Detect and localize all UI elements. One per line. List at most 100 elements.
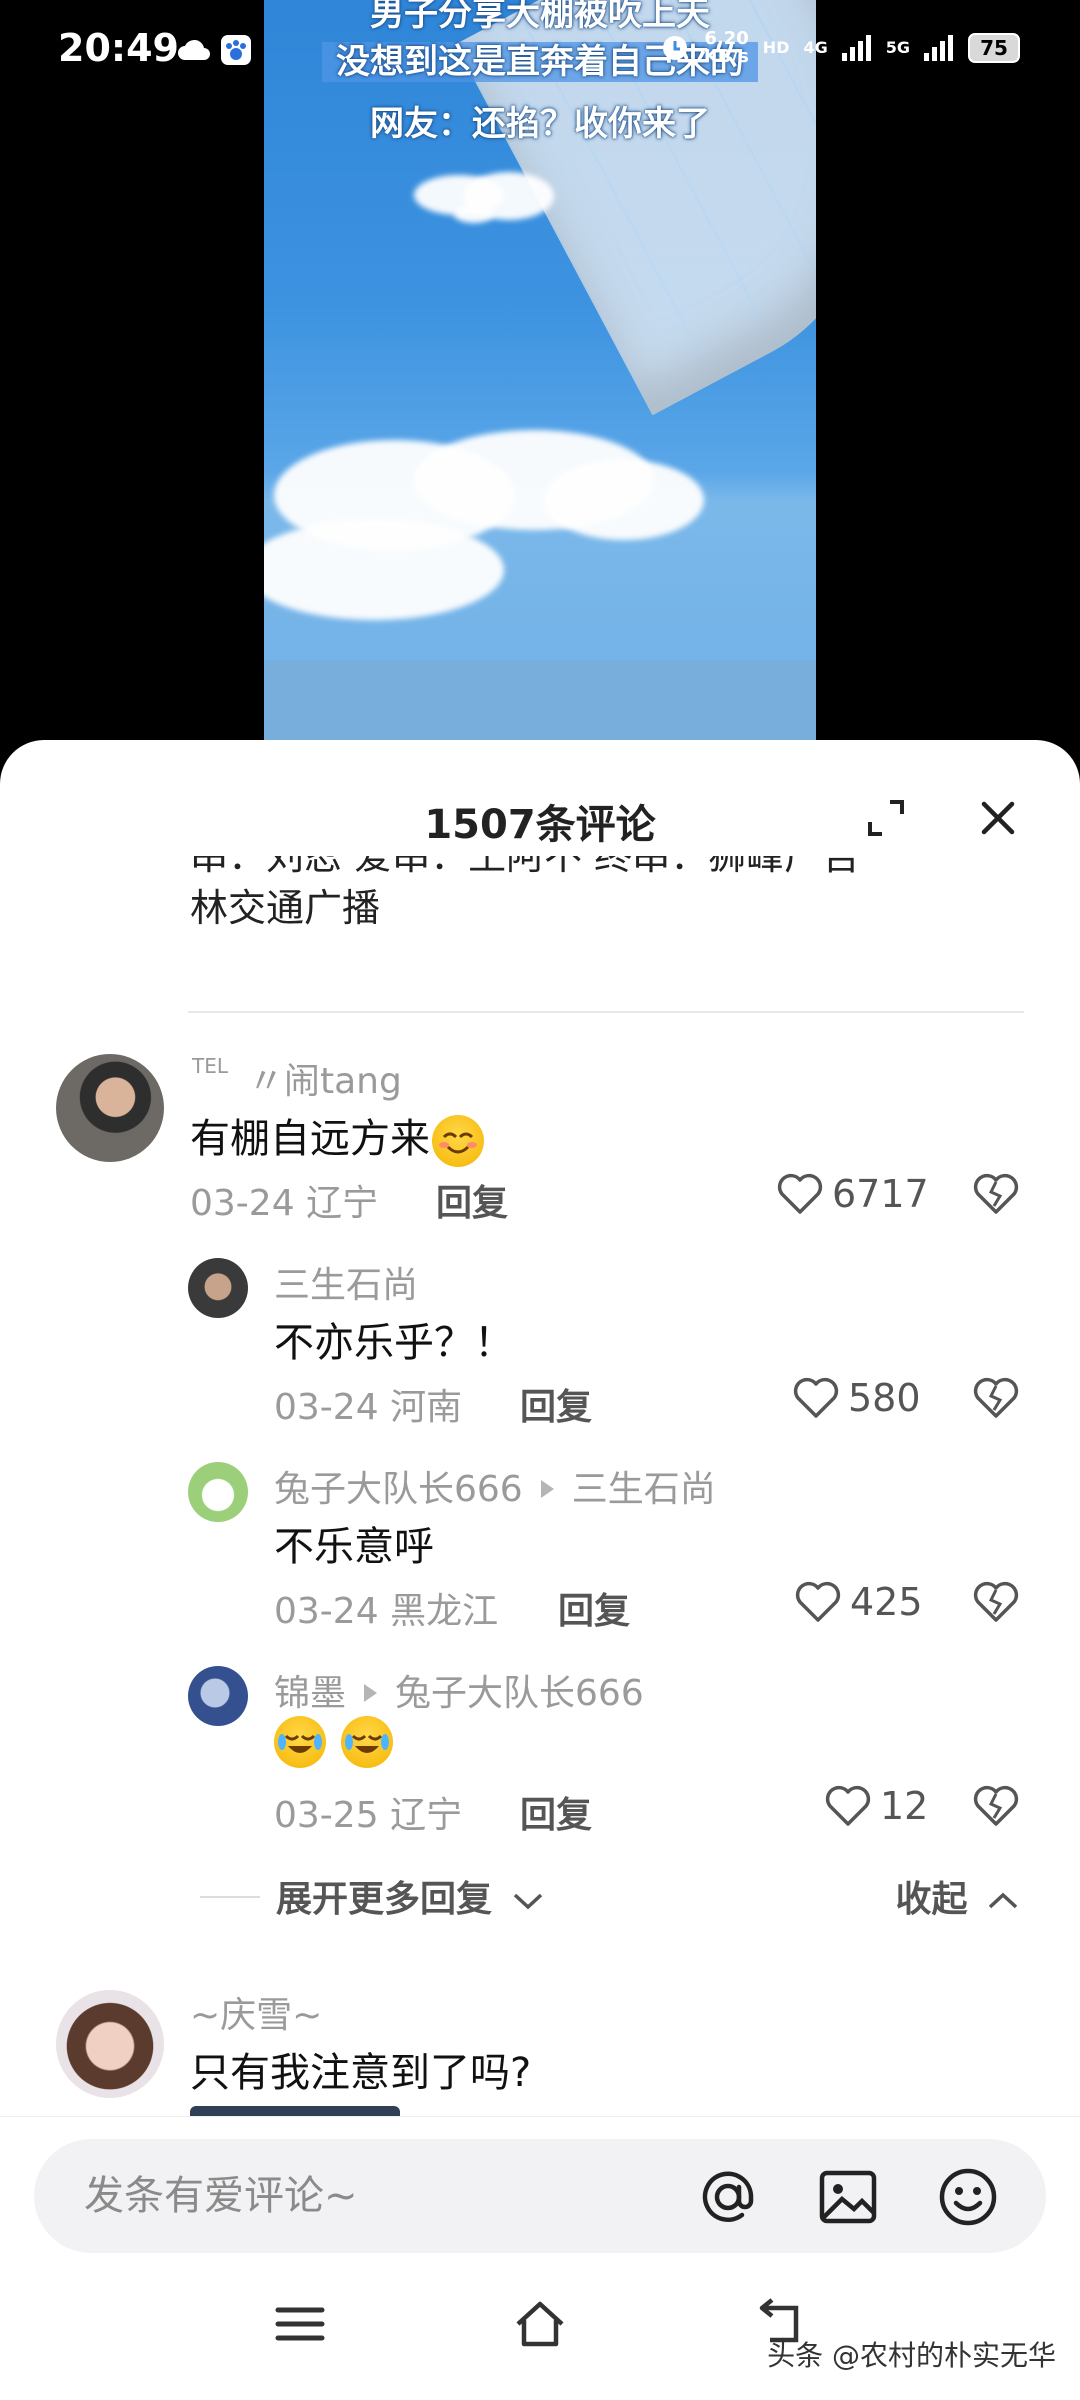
crying-laughing-emoji-icon xyxy=(274,1716,326,1768)
broken-heart-icon[interactable] xyxy=(972,1376,1020,1420)
comment-input-bar xyxy=(0,2116,1080,2256)
avatar[interactable] xyxy=(188,1258,248,1318)
like-count: 580 xyxy=(848,1376,921,1420)
signal-4g-label: 4G xyxy=(803,38,828,57)
comment-username-line: 锦墨 兔子大队长666 xyxy=(274,1664,644,1716)
cloud xyxy=(454,205,494,223)
comment-username[interactable]: 锦墨 xyxy=(274,1673,346,1714)
comment-text: 只有我注意到了吗? xyxy=(190,2050,532,2096)
comment-meta: 03-25 辽宁 xyxy=(274,1786,462,1838)
crying-laughing-emoji-icon xyxy=(340,1716,393,1768)
sheet-header: 1507条评论 xyxy=(0,792,1080,852)
avatar[interactable] xyxy=(56,1054,164,1162)
heart-icon xyxy=(793,1377,839,1418)
reply-button[interactable]: 回复 xyxy=(520,1378,592,1430)
collapse-label: 收起 xyxy=(895,1879,968,1920)
video-caption-sub: 网友：还掐？收你来了 xyxy=(370,104,710,144)
heart-icon xyxy=(795,1581,841,1622)
previous-comment-text: 串：刘忍 爱串：王阿不 终串：狮峰广吉 林交通广播 xyxy=(190,856,1010,934)
previous-comment-clipped-line: 串：刘忍 爱串：王阿不 终串：狮峰广吉 xyxy=(190,856,1010,882)
reply-arrow-icon xyxy=(364,1684,378,1702)
comment-date: 03-24 xyxy=(274,1591,379,1632)
close-icon[interactable] xyxy=(978,798,1018,838)
chevron-down-icon xyxy=(513,1893,542,1910)
battery-indicator: 75 xyxy=(968,33,1020,63)
cloud-weather-icon xyxy=(178,39,210,60)
alarm-icon xyxy=(662,36,687,60)
like-button[interactable]: 425 xyxy=(794,1580,923,1624)
broken-heart-icon[interactable] xyxy=(972,1172,1020,1216)
cloud xyxy=(264,520,504,620)
comment-text-content: 有棚自远方来 xyxy=(190,1116,430,1162)
avatar[interactable] xyxy=(188,1462,248,1522)
status-indicators: 6.20 KB/s HD 4G 5G 75 xyxy=(660,30,1020,66)
comment-input[interactable] xyxy=(34,2139,1046,2253)
reply-button[interactable]: 回复 xyxy=(436,1174,508,1226)
thread-controls: 展开更多回复 收起 xyxy=(200,1870,1020,1920)
broken-heart-icon[interactable] xyxy=(972,1580,1020,1624)
like-count: 425 xyxy=(850,1580,923,1624)
emoji-icon[interactable] xyxy=(936,2165,1000,2229)
previous-comment-tail: 林交通广播 xyxy=(190,886,381,930)
like-count: 6717 xyxy=(832,1172,929,1216)
divider xyxy=(200,1896,260,1898)
video-player[interactable]: 男子分享大棚被吹上天 没想到这是直奔着自己来的 网友：还掐？收你来了 xyxy=(0,0,1080,760)
signal-bars-icon xyxy=(841,35,871,61)
user-badge: TEL xyxy=(192,1054,228,1078)
expand-more-replies-button[interactable]: 展开更多回复 xyxy=(276,1870,545,1922)
comment-location: 辽宁 xyxy=(390,1795,463,1836)
cloud xyxy=(544,460,704,540)
broken-heart-icon[interactable] xyxy=(972,1784,1020,1828)
reply-button[interactable]: 回复 xyxy=(520,1786,592,1838)
like-button[interactable]: 6717 xyxy=(776,1172,929,1216)
signal-5g-label: 5G xyxy=(885,38,910,57)
like-button[interactable]: 580 xyxy=(792,1376,921,1420)
image-icon[interactable] xyxy=(816,2165,880,2229)
comment-count-title: 1507条评论 xyxy=(424,802,656,848)
comment-text: 不乐意呼 xyxy=(274,1524,434,1570)
reply-button[interactable]: 回复 xyxy=(558,1582,630,1634)
comment-username[interactable]: 三生石尚 xyxy=(274,1256,418,1308)
comment-location: 辽宁 xyxy=(306,1183,379,1224)
comment-username[interactable]: ~庆雪~ xyxy=(190,1986,322,2038)
reply-to-username[interactable]: 兔子大队长666 xyxy=(395,1673,644,1714)
like-button[interactable]: 12 xyxy=(824,1784,928,1828)
like-count: 12 xyxy=(880,1784,929,1828)
paw-app-icon xyxy=(221,35,251,65)
comment-location: 黑龙江 xyxy=(390,1591,499,1632)
previous-comment-clipped-text: 串：刘忍 爱串：王阿不 终串：狮峰广吉 xyxy=(190,856,861,878)
expand-icon[interactable] xyxy=(866,798,906,838)
reply-arrow-icon xyxy=(540,1480,554,1498)
watermark-text: 头条 @农村的朴实无华 xyxy=(767,2339,1056,2372)
avatar[interactable] xyxy=(56,1990,164,2098)
chevron-up-icon xyxy=(988,1892,1018,1909)
comment-text: 不亦乐乎？！ xyxy=(274,1320,514,1366)
comment-location: 河南 xyxy=(390,1387,463,1428)
comment-meta: 03-24 辽宁 xyxy=(190,1174,378,1226)
status-bar: 20:49 6.20 KB/s HD 4G 5G 75 xyxy=(0,0,1080,100)
collapse-button[interactable]: 收起 xyxy=(895,1870,1020,1922)
system-nav-bar: 头条 @农村的朴实无华 xyxy=(0,2256,1080,2400)
comment-date: 03-24 xyxy=(190,1183,295,1224)
comment-text xyxy=(272,1716,393,1768)
avatar[interactable] xyxy=(188,1666,248,1726)
comment-meta: 03-24 黑龙江 xyxy=(274,1582,498,1634)
comment-date: 03-25 xyxy=(274,1795,379,1836)
home-icon[interactable] xyxy=(512,2296,568,2352)
mention-at-icon[interactable] xyxy=(696,2165,760,2229)
comment-username[interactable]: 兔子大队长666 xyxy=(274,1469,523,1510)
sim-hd-indicator: HD xyxy=(762,38,790,57)
heart-icon xyxy=(825,1785,871,1826)
comment-username[interactable]: 〃闹tang xyxy=(248,1052,402,1104)
network-speed-unit: KB/s xyxy=(703,46,749,67)
comment-meta: 03-24 河南 xyxy=(274,1378,462,1430)
status-time: 20:49 xyxy=(58,26,179,70)
comment-date: 03-24 xyxy=(274,1387,379,1428)
smile-emoji-icon xyxy=(432,1115,484,1167)
reply-to-username[interactable]: 三生石尚 xyxy=(572,1469,716,1510)
menu-icon[interactable] xyxy=(272,2296,328,2352)
comment-username-line: 兔子大队长666 三生石尚 xyxy=(274,1460,716,1512)
divider xyxy=(188,1011,1024,1013)
signal-bars-icon xyxy=(924,35,953,61)
expand-more-label: 展开更多回复 xyxy=(276,1879,493,1920)
